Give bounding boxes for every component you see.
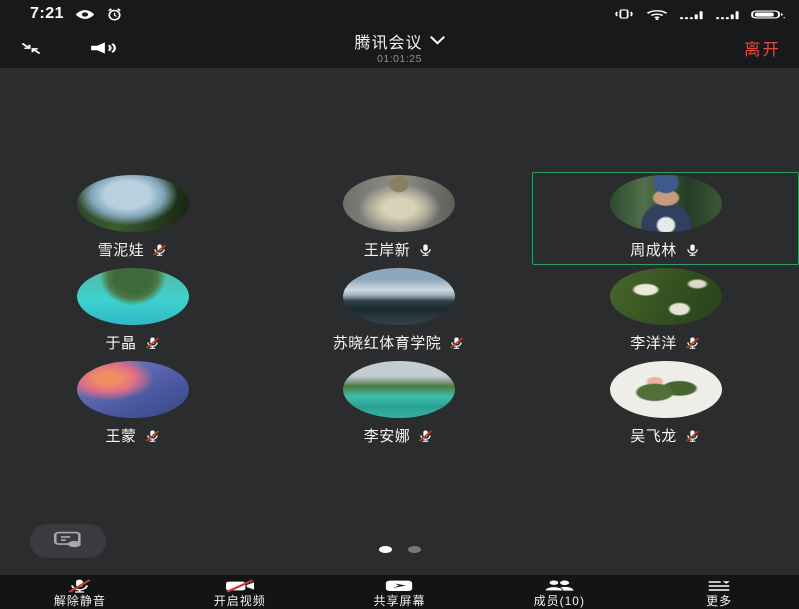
participant-tile[interactable]: 王蒙 xyxy=(0,358,266,451)
participant-name: 李安娜 xyxy=(364,425,411,446)
cellular-signal-icon xyxy=(679,7,705,21)
participant-tile[interactable]: 于晶 xyxy=(0,265,266,358)
page-indicator xyxy=(0,546,799,553)
toolbar-label: 解除静音 xyxy=(54,595,106,608)
share-screen-icon xyxy=(384,578,414,594)
share-screen-button[interactable]: 共享屏幕 xyxy=(320,578,480,608)
page-dot-active xyxy=(379,546,392,553)
mic-muted-icon xyxy=(66,578,93,594)
wifi-icon xyxy=(645,7,669,22)
meeting-timer: 01:01:25 xyxy=(377,53,422,65)
bottom-toolbar: 解除静音 开启视频 共享屏幕 成员(10) 更多 xyxy=(0,575,799,609)
participant-grid: 雪泥娃 王岸新 周成林 xyxy=(0,172,799,451)
participant-name: 于晶 xyxy=(105,332,136,353)
page-dot xyxy=(408,546,421,553)
tencent-meeting-screen: 7:21 xyxy=(0,0,799,609)
participant-avatar xyxy=(77,361,189,418)
participant-name: 李洋洋 xyxy=(630,332,677,353)
mic-muted-icon xyxy=(144,336,161,350)
participant-tile[interactable]: 吴飞龙 xyxy=(532,358,799,451)
toolbar-label: 成员(10) xyxy=(534,595,585,608)
toolbar-label: 开启视频 xyxy=(214,595,266,608)
mic-muted-icon xyxy=(417,429,434,443)
toolbar-label: 共享屏幕 xyxy=(373,595,425,608)
mic-muted-icon xyxy=(448,336,465,350)
members-button[interactable]: 成员(10) xyxy=(479,578,639,608)
leave-button[interactable]: 离开 xyxy=(744,36,781,60)
mic-on-icon xyxy=(684,243,701,257)
participant-tile-active-speaker[interactable]: 周成林 xyxy=(532,172,799,265)
participant-name: 周成林 xyxy=(630,239,677,260)
mic-on-icon xyxy=(417,243,434,257)
mic-muted-icon xyxy=(151,243,168,257)
start-video-button[interactable]: 开启视频 xyxy=(160,578,320,608)
participant-name: 雪泥娃 xyxy=(98,239,145,260)
speaker-icon[interactable] xyxy=(88,39,118,57)
meeting-header: 腾讯会议 01:01:25 离开 xyxy=(0,28,799,68)
more-button[interactable]: 更多 xyxy=(639,578,799,608)
members-icon xyxy=(543,578,575,594)
participant-avatar xyxy=(343,361,455,418)
participant-name: 王蒙 xyxy=(105,425,136,446)
participant-avatar xyxy=(77,268,189,325)
alarm-icon xyxy=(106,7,123,22)
participant-avatar xyxy=(610,268,722,325)
participant-avatar xyxy=(610,175,722,232)
participant-name: 王岸新 xyxy=(364,239,411,260)
meeting-main-area: 雪泥娃 王岸新 周成林 xyxy=(0,68,799,575)
participant-tile[interactable]: 雪泥娃 xyxy=(0,172,266,265)
chevron-down-icon xyxy=(430,32,445,50)
participant-avatar xyxy=(343,268,455,325)
participant-name: 吴飞龙 xyxy=(630,425,677,446)
status-bar: 7:21 xyxy=(0,0,799,28)
unmute-button[interactable]: 解除静音 xyxy=(0,578,160,608)
minimize-icon[interactable] xyxy=(18,40,44,57)
clock-time: 7:21 xyxy=(30,5,64,23)
battery-icon xyxy=(751,7,785,22)
vibrate-icon xyxy=(613,7,635,21)
participant-name: 苏晓红体育学院 xyxy=(333,332,442,353)
mic-muted-icon xyxy=(684,336,701,350)
toolbar-label: 更多 xyxy=(706,595,732,608)
mic-muted-icon xyxy=(144,429,161,443)
participant-tile[interactable]: 王岸新 xyxy=(266,172,532,265)
eye-icon xyxy=(74,7,96,22)
participant-avatar xyxy=(610,361,722,418)
meeting-title: 腾讯会议 xyxy=(354,29,422,53)
participant-avatar xyxy=(77,175,189,232)
camera-off-icon xyxy=(224,578,256,594)
participant-avatar xyxy=(343,175,455,232)
meeting-title-button[interactable]: 腾讯会议 xyxy=(354,29,444,53)
participant-tile[interactable]: 李安娜 xyxy=(266,358,532,451)
participant-tile[interactable]: 李洋洋 xyxy=(532,265,799,358)
more-icon xyxy=(706,578,732,594)
participant-tile[interactable]: 苏晓红体育学院 xyxy=(266,265,532,358)
mic-muted-icon xyxy=(684,429,701,443)
cellular-signal-icon xyxy=(715,7,741,21)
